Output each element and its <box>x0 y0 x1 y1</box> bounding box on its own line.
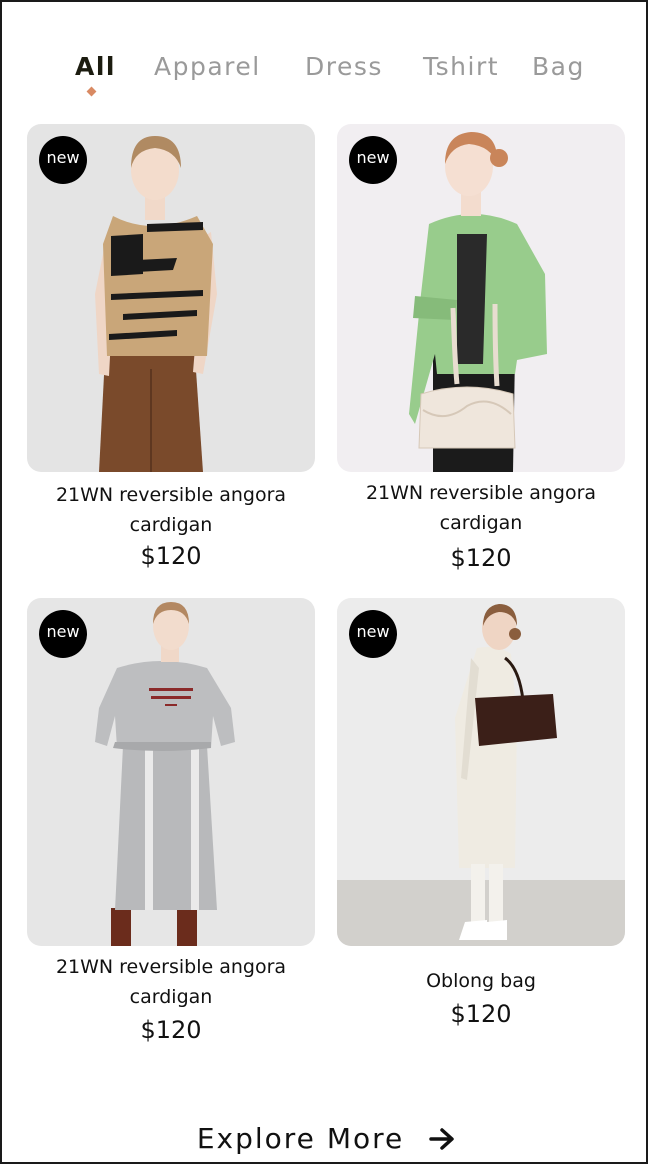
tab-bag[interactable]: Bag <box>532 52 585 81</box>
product-card[interactable]: new 21WN reversible angora cardigan $120 <box>27 598 315 1044</box>
product-card[interactable]: new 21WN reversible angora cardigan $120 <box>27 124 315 570</box>
tab-tshirt[interactable]: Tshirt <box>423 52 499 81</box>
new-badge: new <box>39 610 87 658</box>
product-image[interactable]: new <box>27 124 315 472</box>
new-badge: new <box>39 136 87 184</box>
tab-all[interactable]: All <box>75 52 116 81</box>
product-price: $120 <box>450 544 512 572</box>
product-name[interactable]: 21WN reversible angora cardigan <box>36 952 306 1012</box>
product-image[interactable]: new <box>27 598 315 946</box>
page-frame: All Apparel Dress Tshirt Bag new 21WN re… <box>0 0 648 1164</box>
new-badge: new <box>349 136 397 184</box>
product-image[interactable]: new <box>337 124 625 472</box>
tab-dress[interactable]: Dress <box>305 52 383 81</box>
product-price: $120 <box>140 542 202 570</box>
product-price: $120 <box>450 1000 512 1028</box>
arrow-right-icon <box>429 1124 455 1157</box>
product-price: $120 <box>140 1016 202 1044</box>
product-image[interactable]: new <box>337 598 625 946</box>
product-card[interactable]: new Oblong bag $120 <box>337 598 625 1028</box>
new-badge: new <box>349 610 397 658</box>
active-tab-indicator <box>86 86 97 97</box>
explore-more-link[interactable]: Explore More <box>2 1122 648 1157</box>
product-name[interactable]: 21WN reversible angora cardigan <box>346 478 616 538</box>
category-tabs: All Apparel Dress Tshirt Bag <box>2 52 648 112</box>
product-name[interactable]: 21WN reversible angora cardigan <box>36 480 306 540</box>
tab-apparel[interactable]: Apparel <box>154 52 261 81</box>
explore-more-label: Explore More <box>196 1122 405 1155</box>
product-card[interactable]: new 21WN reversible angora cardigan $120 <box>337 124 625 572</box>
product-name[interactable]: Oblong bag <box>346 966 616 996</box>
